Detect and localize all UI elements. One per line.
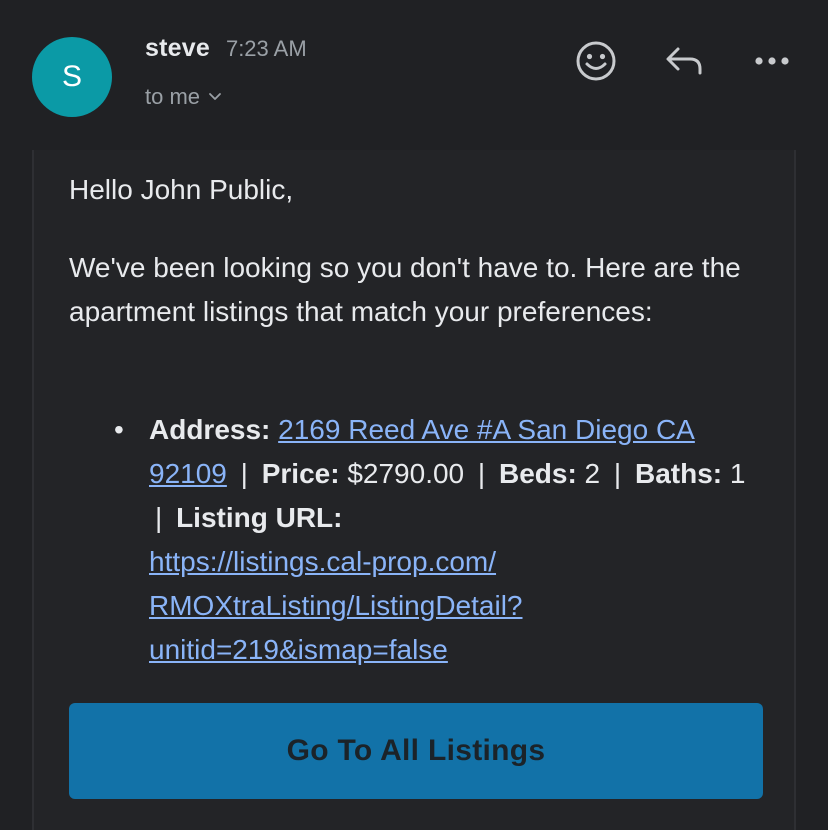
avatar-initial: S xyxy=(61,60,82,93)
recipient-toggle[interactable]: to me xyxy=(145,84,222,110)
intro-paragraph: We've been looking so you don't have to.… xyxy=(69,252,741,327)
chevron-down-icon xyxy=(208,92,222,102)
listing-item: Address: 2169 Reed Ave #A San Diego CA 9… xyxy=(149,408,749,672)
go-to-all-listings-button[interactable]: Go To All Listings xyxy=(69,703,763,799)
separator: | xyxy=(477,458,486,489)
email-body: Hello John Public, We've been looking so… xyxy=(32,150,796,830)
price-label: Price: xyxy=(261,458,340,489)
separator: | xyxy=(613,458,622,489)
beds-value: 2 xyxy=(584,458,601,489)
reply-arrow-icon[interactable] xyxy=(656,33,712,89)
sender-line: steve 7:23 AM xyxy=(145,34,307,63)
sent-time: 7:23 AM xyxy=(225,36,307,61)
url-part-2: RMOXtraListing/ListingDetail? xyxy=(149,590,523,621)
greeting: Hello John Public, xyxy=(69,174,294,205)
address-label: Address: xyxy=(149,414,271,445)
email-view: S steve 7:23 AM to me Hello John Public,… xyxy=(0,0,828,830)
beds-label: Beds: xyxy=(498,458,577,489)
baths-value: 1 xyxy=(729,458,746,489)
url-part-3: unitid=219&ismap=false xyxy=(149,634,448,665)
listing-url-link[interactable]: https://listings.cal-prop.com/ RMOXtraLi… xyxy=(149,546,523,665)
url-label: Listing URL: xyxy=(176,502,343,533)
separator: | xyxy=(155,502,163,533)
sender-name[interactable]: steve xyxy=(145,34,210,63)
price-value: $2790.00 xyxy=(347,458,465,489)
separator: | xyxy=(240,458,248,489)
url-part-1: https://listings.cal-prop.com/ xyxy=(149,546,497,577)
smiley-face-icon[interactable] xyxy=(568,33,624,89)
baths-label: Baths: xyxy=(634,458,723,489)
avatar[interactable]: S xyxy=(32,37,112,117)
more-options-icon[interactable] xyxy=(744,33,800,89)
recipient-label: to me xyxy=(145,84,201,109)
bullet-point: • xyxy=(114,414,124,445)
